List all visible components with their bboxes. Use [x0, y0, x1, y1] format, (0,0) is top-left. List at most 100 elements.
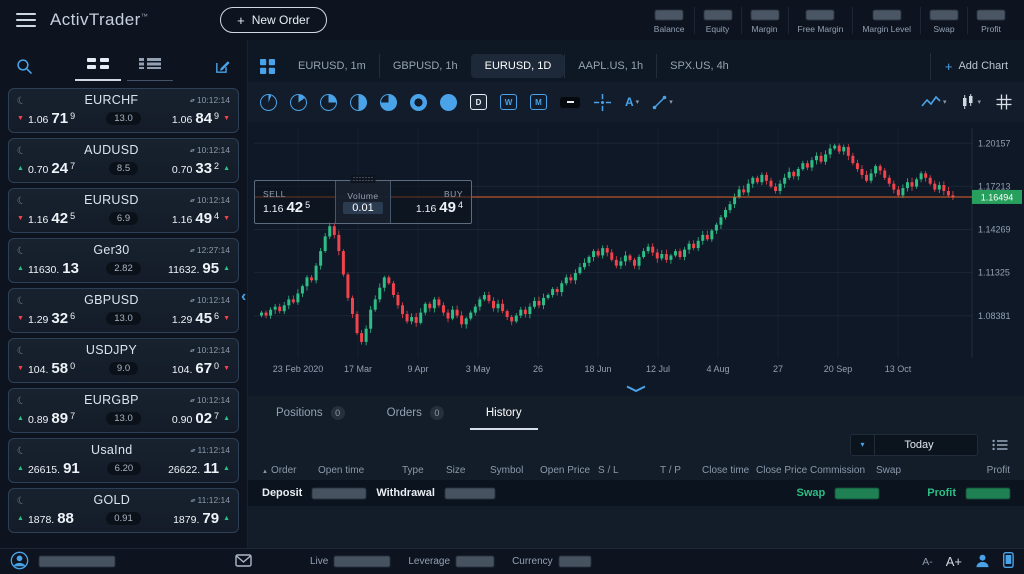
edit-watchlist-icon[interactable]	[212, 56, 233, 77]
column-header[interactable]: Swap	[876, 465, 952, 476]
tab-orders[interactable]: Orders0	[371, 396, 460, 430]
text-annotation-tool[interactable]: A ▾	[625, 95, 639, 109]
view-grid-icon[interactable]	[83, 52, 113, 81]
column-header[interactable]: Symbol	[490, 465, 540, 476]
view-list-icon[interactable]	[135, 52, 165, 81]
crosshair-icon[interactable]	[593, 93, 612, 112]
timeframe-1m-icon[interactable]	[260, 94, 277, 111]
svg-text:20 Sep: 20 Sep	[824, 364, 853, 374]
tab-history[interactable]: History	[470, 396, 538, 430]
font-decrease-button[interactable]: A-	[922, 556, 933, 568]
sidebar-collapse-chevron[interactable]: ‹	[241, 288, 246, 306]
font-increase-button[interactable]: A+	[946, 554, 962, 569]
column-header[interactable]: S / L	[598, 465, 660, 476]
history-table-row[interactable]: Deposit Withdrawal Swap Profit	[248, 480, 1024, 506]
quote-time: 11:12:14	[198, 445, 230, 455]
quote-tile[interactable]: ☾EURGBP▴▾10:12:14▲0.8989713.00.90027▲	[8, 388, 239, 433]
timeframe-weekly-icon[interactable]: W	[500, 94, 517, 110]
quote-tile[interactable]: ☾USDJPY▴▾10:12:14▼104.5809.0104.670▼	[8, 338, 239, 383]
chart-tab[interactable]: EURUSD, 1D	[471, 54, 565, 78]
account-name-censored	[39, 556, 115, 567]
volume-input[interactable]: Volume 0.01	[335, 181, 391, 223]
chart-tab[interactable]: AAPL.US, 1h	[564, 54, 656, 78]
column-header[interactable]: ▲Order	[262, 465, 318, 476]
ask-price: 11632.95	[168, 260, 219, 277]
grid-toggle-icon[interactable]	[996, 94, 1012, 110]
add-chart-button[interactable]: + Add Chart	[930, 53, 1014, 80]
column-header[interactable]: Close Price	[756, 465, 810, 476]
mobile-device-icon[interactable]	[1003, 552, 1014, 571]
bottom-panel-collapse[interactable]	[248, 382, 1024, 396]
new-order-button[interactable]: + New Order	[220, 7, 327, 33]
trade-history-panel: Positions0Orders0History ▾ Today ▲OrderO…	[248, 396, 1024, 548]
chart-type-icon[interactable]: ▾	[961, 94, 981, 110]
account-metric: Swap	[920, 7, 967, 34]
instrument-symbol: EURCHF	[33, 93, 190, 107]
quote-tile[interactable]: ☾GBPUSD▴▾10:12:14▼1.2932613.01.29456▼	[8, 288, 239, 333]
timeframe-30m-icon[interactable]	[350, 94, 367, 111]
messages-icon[interactable]	[235, 554, 252, 570]
deposit-label: Deposit	[262, 487, 302, 499]
timeframe-monthly-icon[interactable]: M	[530, 94, 547, 110]
bid-price: 1.16425	[28, 210, 75, 227]
metric-value-censored	[655, 10, 683, 20]
watchlist-sidebar: ☾EURCHF▴▾10:12:14▼1.0671913.01.06849▼ ☾AU…	[0, 40, 248, 548]
buy-button[interactable]: BUY 1.16494	[391, 181, 471, 223]
moon-icon: ☾	[16, 243, 34, 258]
profile-icon[interactable]	[975, 553, 990, 571]
moon-icon: ☾	[16, 143, 34, 158]
drag-handle-icon[interactable]	[351, 175, 376, 183]
svg-text:4 Aug: 4 Aug	[706, 364, 729, 374]
account-avatar-icon[interactable]	[10, 551, 29, 573]
quote-tile[interactable]: ☾EURCHF▴▾10:12:14▼1.0671913.01.06849▼	[8, 88, 239, 133]
timeframe-5m-icon[interactable]	[290, 94, 307, 111]
price-direction-icon: ▲	[223, 515, 230, 522]
timeframe-daily-icon[interactable]: D	[470, 94, 487, 110]
sell-button[interactable]: SELL 1.16425	[255, 181, 335, 223]
column-header[interactable]: Open time	[318, 465, 402, 476]
candlestick-chart[interactable]: 1.201571.172131.142691.113251.0838123 Fe…	[248, 122, 1024, 382]
updown-arrows-icon: ▴▾	[191, 497, 195, 504]
layout-grid-icon[interactable]	[258, 57, 277, 76]
spread-value: 13.0	[106, 112, 141, 125]
timeframe-8h-icon[interactable]	[440, 94, 457, 111]
chart-tab[interactable]: EURUSD, 1m	[285, 54, 379, 78]
quote-tile[interactable]: ☾EURUSD▴▾10:12:14▼1.164256.91.16494▼	[8, 188, 239, 233]
spread-value: 0.91	[106, 512, 141, 525]
quote-tile[interactable]: ☾UsaInd▴▾11:12:14▲26615.916.2026622.11▲	[8, 438, 239, 483]
period-dropdown[interactable]: ▾ Today	[850, 434, 978, 456]
price-direction-icon: ▼	[17, 365, 24, 372]
indicators-icon[interactable]: ▾	[921, 95, 947, 109]
column-header[interactable]: Close time	[702, 465, 756, 476]
tab-count-badge: 0	[430, 406, 444, 420]
timeframe-4h-icon[interactable]	[410, 94, 427, 111]
quote-tile[interactable]: ☾GOLD▴▾11:12:14▲1878.880.911879.79▲	[8, 488, 239, 533]
moon-icon: ☾	[16, 193, 34, 208]
account-metric: Margin Level	[852, 7, 920, 34]
trendline-tool[interactable]: ▾	[652, 95, 673, 110]
column-header[interactable]: Type	[402, 465, 446, 476]
volume-value[interactable]: 0.01	[343, 202, 382, 214]
tick-chart-icon[interactable]	[560, 97, 580, 108]
chart-tab[interactable]: GBPUSD, 1h	[379, 54, 471, 78]
quote-tile[interactable]: ☾Ger30▴▾12:27:14▲11630.132.8211632.95▲	[8, 238, 239, 283]
quote-tile[interactable]: ☾AUDUSD▴▾10:12:14▲0.702478.50.70332▲	[8, 138, 239, 183]
chart-plot[interactable]: 1.201571.172131.142691.113251.0838123 Fe…	[248, 122, 1024, 382]
chart-tab[interactable]: SPX.US, 4h	[656, 54, 742, 78]
timeframe-1h-icon[interactable]	[380, 94, 397, 111]
column-header[interactable]: Commission	[810, 465, 876, 476]
list-view-icon[interactable]	[990, 437, 1010, 453]
column-header[interactable]: Size	[446, 465, 490, 476]
search-icon[interactable]	[14, 56, 35, 77]
buy-label: BUY	[444, 189, 463, 199]
sell-buy-widget: SELL 1.16425 Volume 0.01 BUY 1.16494	[254, 180, 472, 224]
column-header[interactable]: Open Price	[540, 465, 598, 476]
account-metric: Profit	[967, 7, 1014, 34]
timeframe-15m-icon[interactable]	[320, 94, 337, 111]
column-header[interactable]: T / P	[660, 465, 702, 476]
tab-positions[interactable]: Positions0	[260, 396, 361, 430]
watchlist-view-tabs	[45, 52, 202, 81]
column-header[interactable]: Profit	[952, 465, 1010, 476]
plus-icon: +	[237, 13, 245, 28]
menu-icon[interactable]	[16, 13, 36, 27]
